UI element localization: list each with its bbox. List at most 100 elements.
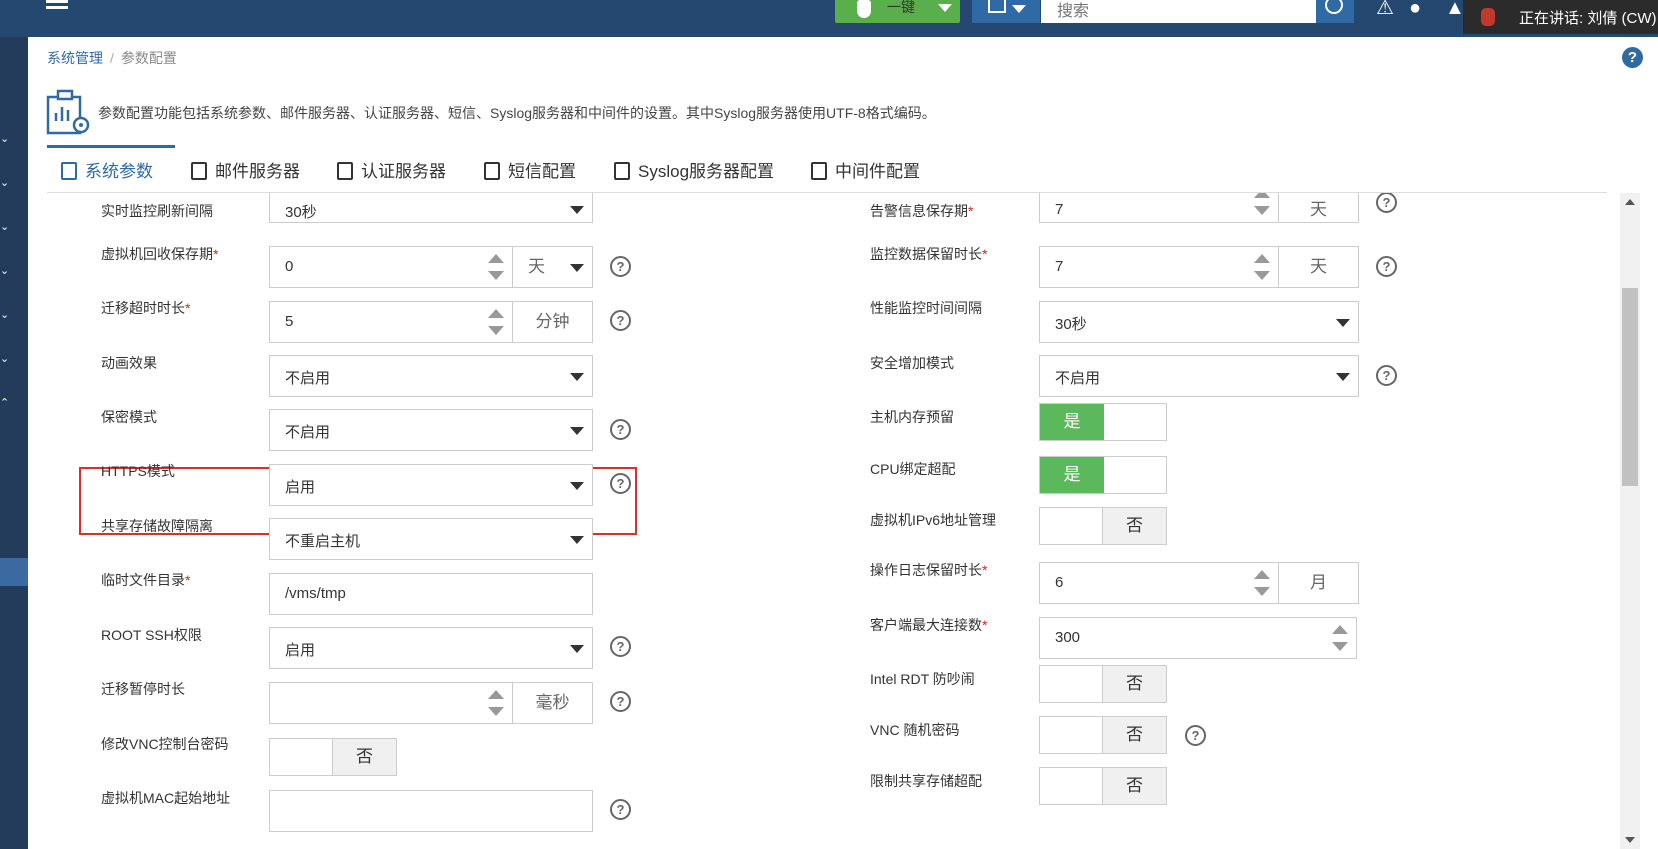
- max-client-connections-input[interactable]: 300: [1039, 617, 1357, 659]
- input-value: 7: [1055, 201, 1064, 218]
- vm-ipv6-management-toggle[interactable]: 否: [1039, 507, 1167, 545]
- tab-middleware-config[interactable]: 中间件配置: [811, 145, 920, 193]
- spinner-down-icon[interactable]: [488, 326, 504, 335]
- help-icon[interactable]: ?: [1185, 725, 1206, 746]
- chevron-down-icon[interactable]: ⌄: [0, 222, 10, 233]
- monitor-data-retention-input[interactable]: 7: [1039, 246, 1279, 288]
- chevron-down-icon[interactable]: ⌄: [0, 266, 10, 277]
- one-click-button[interactable]: 一键: [835, 0, 960, 23]
- field-label: 动画效果: [101, 355, 157, 371]
- help-icon[interactable]: ?: [1376, 193, 1397, 213]
- operation-log-unit: 月: [1279, 562, 1359, 604]
- spinner-up-icon[interactable]: [1332, 625, 1348, 634]
- chevron-down-icon[interactable]: ⌄: [0, 354, 10, 365]
- cpu-binding-overcommit-toggle[interactable]: 是: [1039, 456, 1167, 494]
- tab-syslog-config[interactable]: Syslog服务器配置: [614, 145, 774, 193]
- migration-timeout-input[interactable]: 5: [269, 301, 513, 343]
- help-icon[interactable]: ?: [610, 799, 631, 820]
- root-ssh-select[interactable]: 启用: [269, 627, 593, 669]
- spinner-down-icon[interactable]: [488, 271, 504, 280]
- spinner-down-icon[interactable]: [1254, 271, 1270, 280]
- spinner-up-icon[interactable]: [1254, 254, 1270, 263]
- spinner-down-icon[interactable]: [488, 707, 504, 716]
- scroll-up-icon[interactable]: [1625, 199, 1635, 205]
- tab-sms-config[interactable]: 短信配置: [484, 145, 576, 193]
- search-icon: [1325, 0, 1343, 14]
- field-label: 修改VNC控制台密码: [101, 736, 229, 752]
- help-icon[interactable]: ?: [610, 256, 631, 277]
- perf-monitor-interval-select[interactable]: 30秒: [1039, 301, 1359, 343]
- select-value: 30秒: [1055, 316, 1087, 333]
- vnc-random-password-toggle[interactable]: 否: [1039, 716, 1167, 754]
- intel-rdt-toggle[interactable]: 否: [1039, 665, 1167, 703]
- spinner-down-icon[interactable]: [1332, 642, 1348, 651]
- chevron-down-icon[interactable]: ⌄: [0, 134, 10, 145]
- shared-storage-isolation-select[interactable]: 不重启主机: [269, 518, 593, 560]
- help-icon[interactable]: ?: [1376, 256, 1397, 277]
- spinner-up-icon[interactable]: [1254, 193, 1270, 198]
- input-value: 300: [1055, 629, 1081, 646]
- help-icon[interactable]: ?: [1622, 47, 1643, 68]
- toggle-on-label: 是: [1040, 404, 1104, 440]
- host-memory-reserve-toggle[interactable]: 是: [1039, 403, 1167, 441]
- sidebar-active-item[interactable]: [0, 558, 28, 586]
- top-bar: 一键 ⚠ ● ▲ 正在讲话: 刘倩 (CW): [0, 0, 1658, 37]
- alert-icon[interactable]: ⚠: [1376, 0, 1394, 18]
- scope-dropdown-button[interactable]: [972, 0, 1040, 23]
- spinner-down-icon[interactable]: [1254, 587, 1270, 596]
- spinner-down-icon[interactable]: [1254, 206, 1270, 215]
- mac-start-address-input[interactable]: [269, 790, 593, 832]
- monitor-refresh-interval-select[interactable]: 30秒: [269, 193, 593, 223]
- chevron-down-icon[interactable]: ⌄: [0, 178, 10, 189]
- chevron-up-icon[interactable]: ⌃: [0, 398, 10, 409]
- shared-storage-overcommit-toggle[interactable]: 否: [1039, 767, 1167, 805]
- field-label: 主机内存预留: [870, 409, 954, 425]
- security-enhance-mode-select[interactable]: 不启用: [1039, 355, 1359, 397]
- operation-log-retention-input[interactable]: 6: [1039, 562, 1279, 604]
- field-label: Intel RDT 防吵闹: [870, 671, 975, 687]
- help-icon[interactable]: ?: [610, 473, 631, 494]
- alarm-retention-input[interactable]: 7: [1039, 193, 1279, 223]
- help-icon[interactable]: ?: [610, 691, 631, 712]
- breadcrumb-system-management[interactable]: 系统管理: [47, 50, 103, 66]
- migration-pause-input[interactable]: [269, 682, 513, 724]
- input-value: 7: [1055, 258, 1064, 275]
- muted-mic-icon: [1481, 8, 1495, 26]
- tab-system-params[interactable]: 系统参数: [47, 145, 175, 193]
- menu-toggle-icon[interactable]: [46, 0, 68, 12]
- one-click-label: 一键: [887, 0, 915, 15]
- scroll-down-icon[interactable]: [1625, 837, 1635, 843]
- tab-auth-server[interactable]: 认证服务器: [337, 145, 446, 193]
- chevron-down-icon: [570, 536, 584, 544]
- spinner-up-icon[interactable]: [488, 690, 504, 699]
- content-scrollbar[interactable]: [1620, 193, 1640, 849]
- migration-pause-unit: 毫秒: [513, 682, 593, 724]
- scrollbar-thumb[interactable]: [1622, 288, 1638, 486]
- vm-recycle-retention-input[interactable]: 0: [269, 246, 513, 288]
- vm-recycle-unit-select[interactable]: 天: [513, 246, 593, 288]
- animation-effect-select[interactable]: 不启用: [269, 355, 593, 397]
- upload-icon[interactable]: ▲: [1445, 0, 1465, 18]
- breadcrumb-separator: /: [110, 50, 114, 66]
- chevron-down-icon[interactable]: ⌄: [0, 310, 10, 321]
- help-icon[interactable]: ?: [610, 310, 631, 331]
- user-icon[interactable]: ●: [1409, 0, 1421, 18]
- help-icon[interactable]: ?: [610, 419, 631, 440]
- help-icon[interactable]: ?: [1376, 365, 1397, 386]
- spinner-up-icon[interactable]: [488, 254, 504, 263]
- temp-dir-input[interactable]: /vms/tmp: [269, 573, 593, 615]
- tab-mail-server[interactable]: 邮件服务器: [191, 145, 300, 193]
- spinner-up-icon[interactable]: [488, 309, 504, 318]
- speaking-text: 正在讲话: 刘倩 (CW): [1519, 10, 1657, 27]
- https-mode-select[interactable]: 启用: [269, 464, 593, 506]
- secret-mode-select[interactable]: 不启用: [269, 409, 593, 451]
- field-label: ROOT SSH权限: [101, 627, 202, 643]
- spinner-up-icon[interactable]: [1254, 570, 1270, 579]
- help-icon[interactable]: ?: [610, 636, 631, 657]
- input-value: 5: [285, 313, 294, 330]
- monitor-data-retention-unit: 天: [1279, 246, 1359, 288]
- select-value: 启用: [285, 479, 316, 496]
- search-input[interactable]: [1041, 0, 1316, 23]
- search-button[interactable]: [1316, 0, 1354, 23]
- vnc-password-toggle[interactable]: 否: [269, 738, 397, 776]
